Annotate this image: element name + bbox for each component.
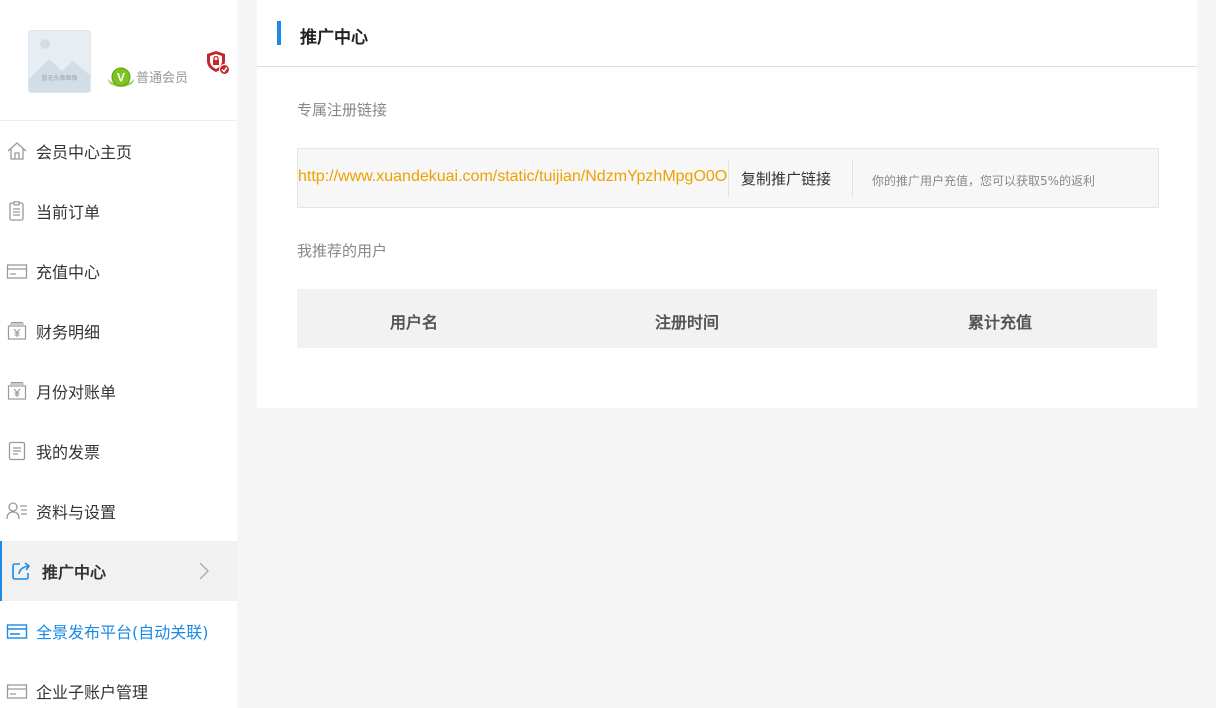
sidebar-item-panorama-platform[interactable]: 全景发布平台(自动关联) [0, 601, 237, 661]
sidebar-item-recharge-center[interactable]: 充值中心 [0, 241, 237, 301]
divider [852, 159, 853, 197]
my-referrals-label: 我推荐的用户 [297, 242, 388, 260]
column-header-username: 用户名 [390, 313, 439, 332]
panel-header: 推广中心 [257, 0, 1197, 67]
clipboard-icon [9, 201, 24, 221]
share-icon [12, 562, 31, 580]
sidebar-item-monthly-statement[interactable]: 月份对账单 [0, 361, 237, 421]
sidebar-item-label: 充值中心 [36, 263, 101, 282]
sidebar-item-my-invoices[interactable]: 我的发票 [0, 421, 237, 481]
sidebar-item-promotion-center[interactable]: 推广中心 [0, 541, 237, 601]
register-link-url[interactable]: http://www.xuandekuai.com/static/tuijian… [298, 168, 727, 186]
page-title: 推广中心 [300, 28, 368, 48]
sidebar-item-label: 企业子账户管理 [36, 683, 149, 702]
sidebar-item-label: 资料与设置 [36, 503, 117, 522]
sidebar-item-label: 会员中心主页 [36, 143, 133, 162]
member-level: 普通会员 [136, 71, 189, 86]
document-icon [8, 441, 26, 461]
home-icon [7, 142, 27, 160]
column-header-total-recharge: 累计充值 [968, 313, 1033, 332]
divider [728, 159, 729, 197]
security-shield-icon[interactable] [205, 50, 230, 75]
sidebar-item-profile-settings[interactable]: 资料与设置 [0, 481, 237, 541]
vip-badge-icon: V [108, 67, 134, 87]
chevron-right-icon [199, 562, 209, 580]
column-header-register-time: 注册时间 [655, 313, 720, 332]
sidebar-item-member-home[interactable]: 会员中心主页 [0, 121, 237, 181]
yen-bill-icon [7, 382, 27, 400]
sidebar-item-current-orders[interactable]: 当前订单 [0, 181, 237, 241]
card-icon [6, 684, 28, 699]
sidebar-item-label: 全景发布平台(自动关联) [36, 623, 209, 642]
card-icon [6, 624, 28, 639]
register-link-label: 专属注册链接 [297, 101, 388, 119]
promotion-panel: 推广中心 专属注册链接 http://www.xuandekuai.com/st… [257, 0, 1197, 408]
avatar-caption: 暂无头像图像 [41, 75, 78, 82]
title-accent-bar [277, 21, 281, 45]
register-link-box: http://www.xuandekuai.com/static/tuijian… [297, 148, 1159, 208]
sidebar-item-label: 财务明细 [36, 323, 101, 342]
sidebar-item-label: 推广中心 [42, 563, 107, 582]
user-settings-icon [6, 502, 27, 520]
card-icon [6, 264, 28, 279]
copy-link-button[interactable]: 复制推广链接 [741, 168, 831, 189]
avatar[interactable]: 暂无头像图像 [28, 30, 91, 93]
rebate-note: 你的推广用户充值，您可以获取5%的返利 [872, 174, 1096, 188]
sidebar-menu: 会员中心主页 当前订单 充值中心 财务明细 月份对账单 我的发票 资料与设置 推… [0, 121, 237, 708]
vip-badge-letter: V [117, 71, 125, 85]
referrals-table-header: 用户名 注册时间 累计充值 [297, 289, 1157, 348]
sidebar-item-finance-details[interactable]: 财务明细 [0, 301, 237, 361]
yen-bill-icon [7, 322, 27, 340]
sidebar-item-label: 月份对账单 [36, 383, 117, 402]
sidebar-item-label: 我的发票 [36, 443, 101, 462]
image-placeholder-icon [29, 31, 90, 92]
sidebar: 暂无头像图像 V 普通会员 会员中心主页 当前订单 充值中心 财务明细 月份对账… [0, 0, 237, 708]
sidebar-item-sub-accounts[interactable]: 企业子账户管理 [0, 661, 237, 708]
profile-card: 暂无头像图像 V 普通会员 [0, 0, 237, 121]
sidebar-item-label: 当前订单 [36, 203, 101, 222]
